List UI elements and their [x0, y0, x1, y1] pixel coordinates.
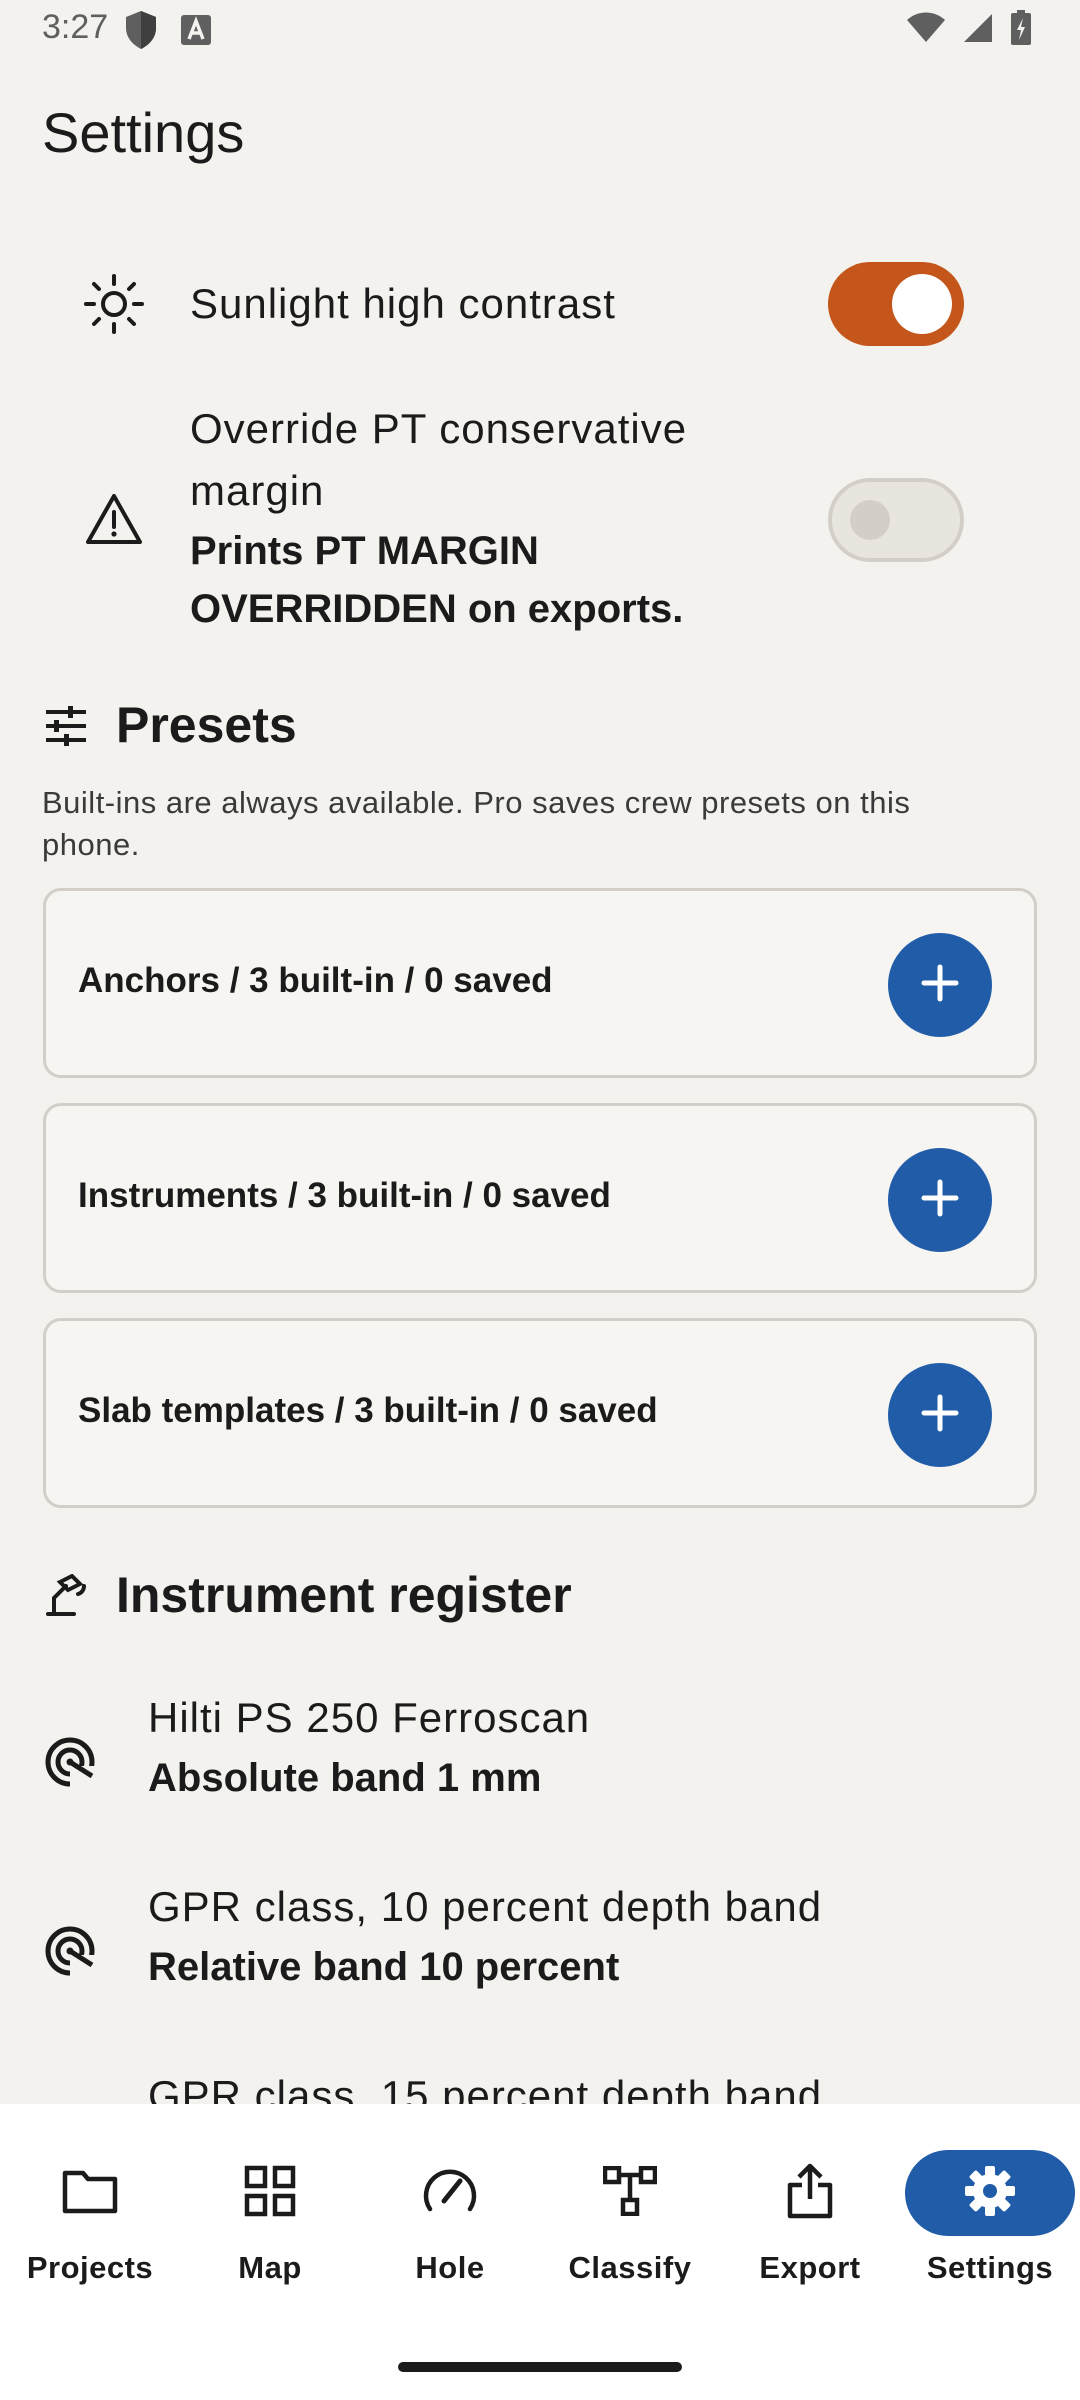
presets-header: Presets [0, 686, 1080, 766]
page-title: Settings [42, 101, 245, 164]
wifi-icon [906, 12, 946, 49]
status-icons-right [906, 10, 1032, 51]
instrument-register-header: Instrument register [0, 1556, 1080, 1636]
presets-title: Presets [116, 697, 297, 753]
setting-override-pt-margin[interactable]: Override PT conservative margin Prints P… [0, 398, 1080, 638]
signal-icon [962, 12, 994, 49]
add-slab-template-preset-button[interactable] [888, 1363, 992, 1467]
toggle-knob [850, 500, 890, 540]
nav-item-projects[interactable]: Projects [0, 2150, 180, 2300]
battery-charging-icon [1010, 10, 1032, 51]
radar-scan-icon [44, 1736, 96, 1793]
tune-icon [44, 704, 88, 753]
add-instrument-preset-button[interactable] [888, 1148, 992, 1252]
bottom-navigation: Projects Map Hole Classify Export Settin… [0, 2104, 1080, 2400]
nav-item-map[interactable]: Map [180, 2150, 360, 2300]
pt-override-label-line2: margin [190, 467, 325, 514]
pt-override-warning-line1: Prints PT MARGIN [190, 529, 539, 573]
nav-item-classify[interactable]: Classify [540, 2150, 720, 2300]
setting-sunlight-high-contrast[interactable]: Sunlight high contrast [0, 256, 1080, 352]
nav-label: Map [238, 2250, 302, 2285]
share-icon [786, 2163, 834, 2224]
radar-scan-icon [44, 1925, 96, 1982]
plus-icon [920, 963, 960, 1008]
warning-icon [84, 492, 144, 553]
presets-description: Built-ins are always available. Pro save… [42, 785, 911, 862]
precision-instrument-icon [44, 1573, 88, 1623]
nav-label: Hole [415, 2250, 485, 2285]
nav-label: Settings [926, 2250, 1054, 2285]
preset-card-slab-templates[interactable]: Slab templates / 3 built-in / 0 saved [43, 1318, 1037, 1508]
toggle-knob [892, 274, 952, 334]
status-bar: 3:27 [0, 0, 1080, 60]
instrument-item[interactable]: GPR class, 10 percent depth band Relativ… [0, 1877, 1080, 2037]
nav-label: Classify [568, 2250, 692, 2285]
plus-icon [920, 1178, 960, 1223]
preset-label: Anchors / 3 built-in / 0 saved [78, 961, 553, 1000]
preset-card-instruments[interactable]: Instruments / 3 built-in / 0 saved [43, 1103, 1037, 1293]
nav-item-export[interactable]: Export [720, 2150, 900, 2300]
instrument-item[interactable]: Hilti PS 250 Ferroscan Absolute band 1 m… [0, 1688, 1080, 1848]
instrument-subtitle: Relative band 10 percent [148, 1945, 620, 1989]
gear-icon [964, 2165, 1016, 2222]
pt-override-warning-line2: OVERRIDDEN on exports. [190, 587, 684, 631]
a-badge-icon [180, 14, 212, 51]
pt-override-toggle[interactable] [828, 478, 964, 562]
shield-icon [124, 10, 158, 55]
gesture-navigation-bar[interactable] [398, 2362, 682, 2372]
status-icons-left [124, 10, 212, 55]
add-anchor-preset-button[interactable] [888, 933, 992, 1037]
preset-label: Slab templates / 3 built-in / 0 saved [78, 1391, 658, 1430]
gauge-icon [422, 2167, 478, 2220]
sunlight-label: Sunlight high contrast [190, 280, 616, 327]
preset-card-anchors[interactable]: Anchors / 3 built-in / 0 saved [43, 888, 1037, 1078]
nav-item-hole[interactable]: Hole [360, 2150, 540, 2300]
folder-icon [62, 2168, 118, 2219]
instrument-title: Hilti PS 250 Ferroscan [148, 1694, 591, 1741]
pt-override-label-line1: Override PT conservative [190, 405, 688, 452]
plus-icon [920, 1393, 960, 1438]
preset-label: Instruments / 3 built-in / 0 saved [78, 1176, 611, 1215]
sunlight-toggle[interactable] [828, 262, 964, 346]
sun-icon [84, 274, 144, 339]
nav-item-settings[interactable]: Settings [900, 2150, 1080, 2300]
instrument-title: GPR class, 10 percent depth band [148, 1883, 823, 1930]
instrument-subtitle: Absolute band 1 mm [148, 1756, 542, 1800]
nav-label: Export [759, 2250, 861, 2285]
nav-label: Projects [26, 2250, 154, 2285]
status-time: 3:27 [42, 8, 109, 46]
instrument-register-title: Instrument register [116, 1567, 572, 1623]
hierarchy-icon [602, 2165, 658, 2221]
grid-icon [244, 2165, 296, 2222]
